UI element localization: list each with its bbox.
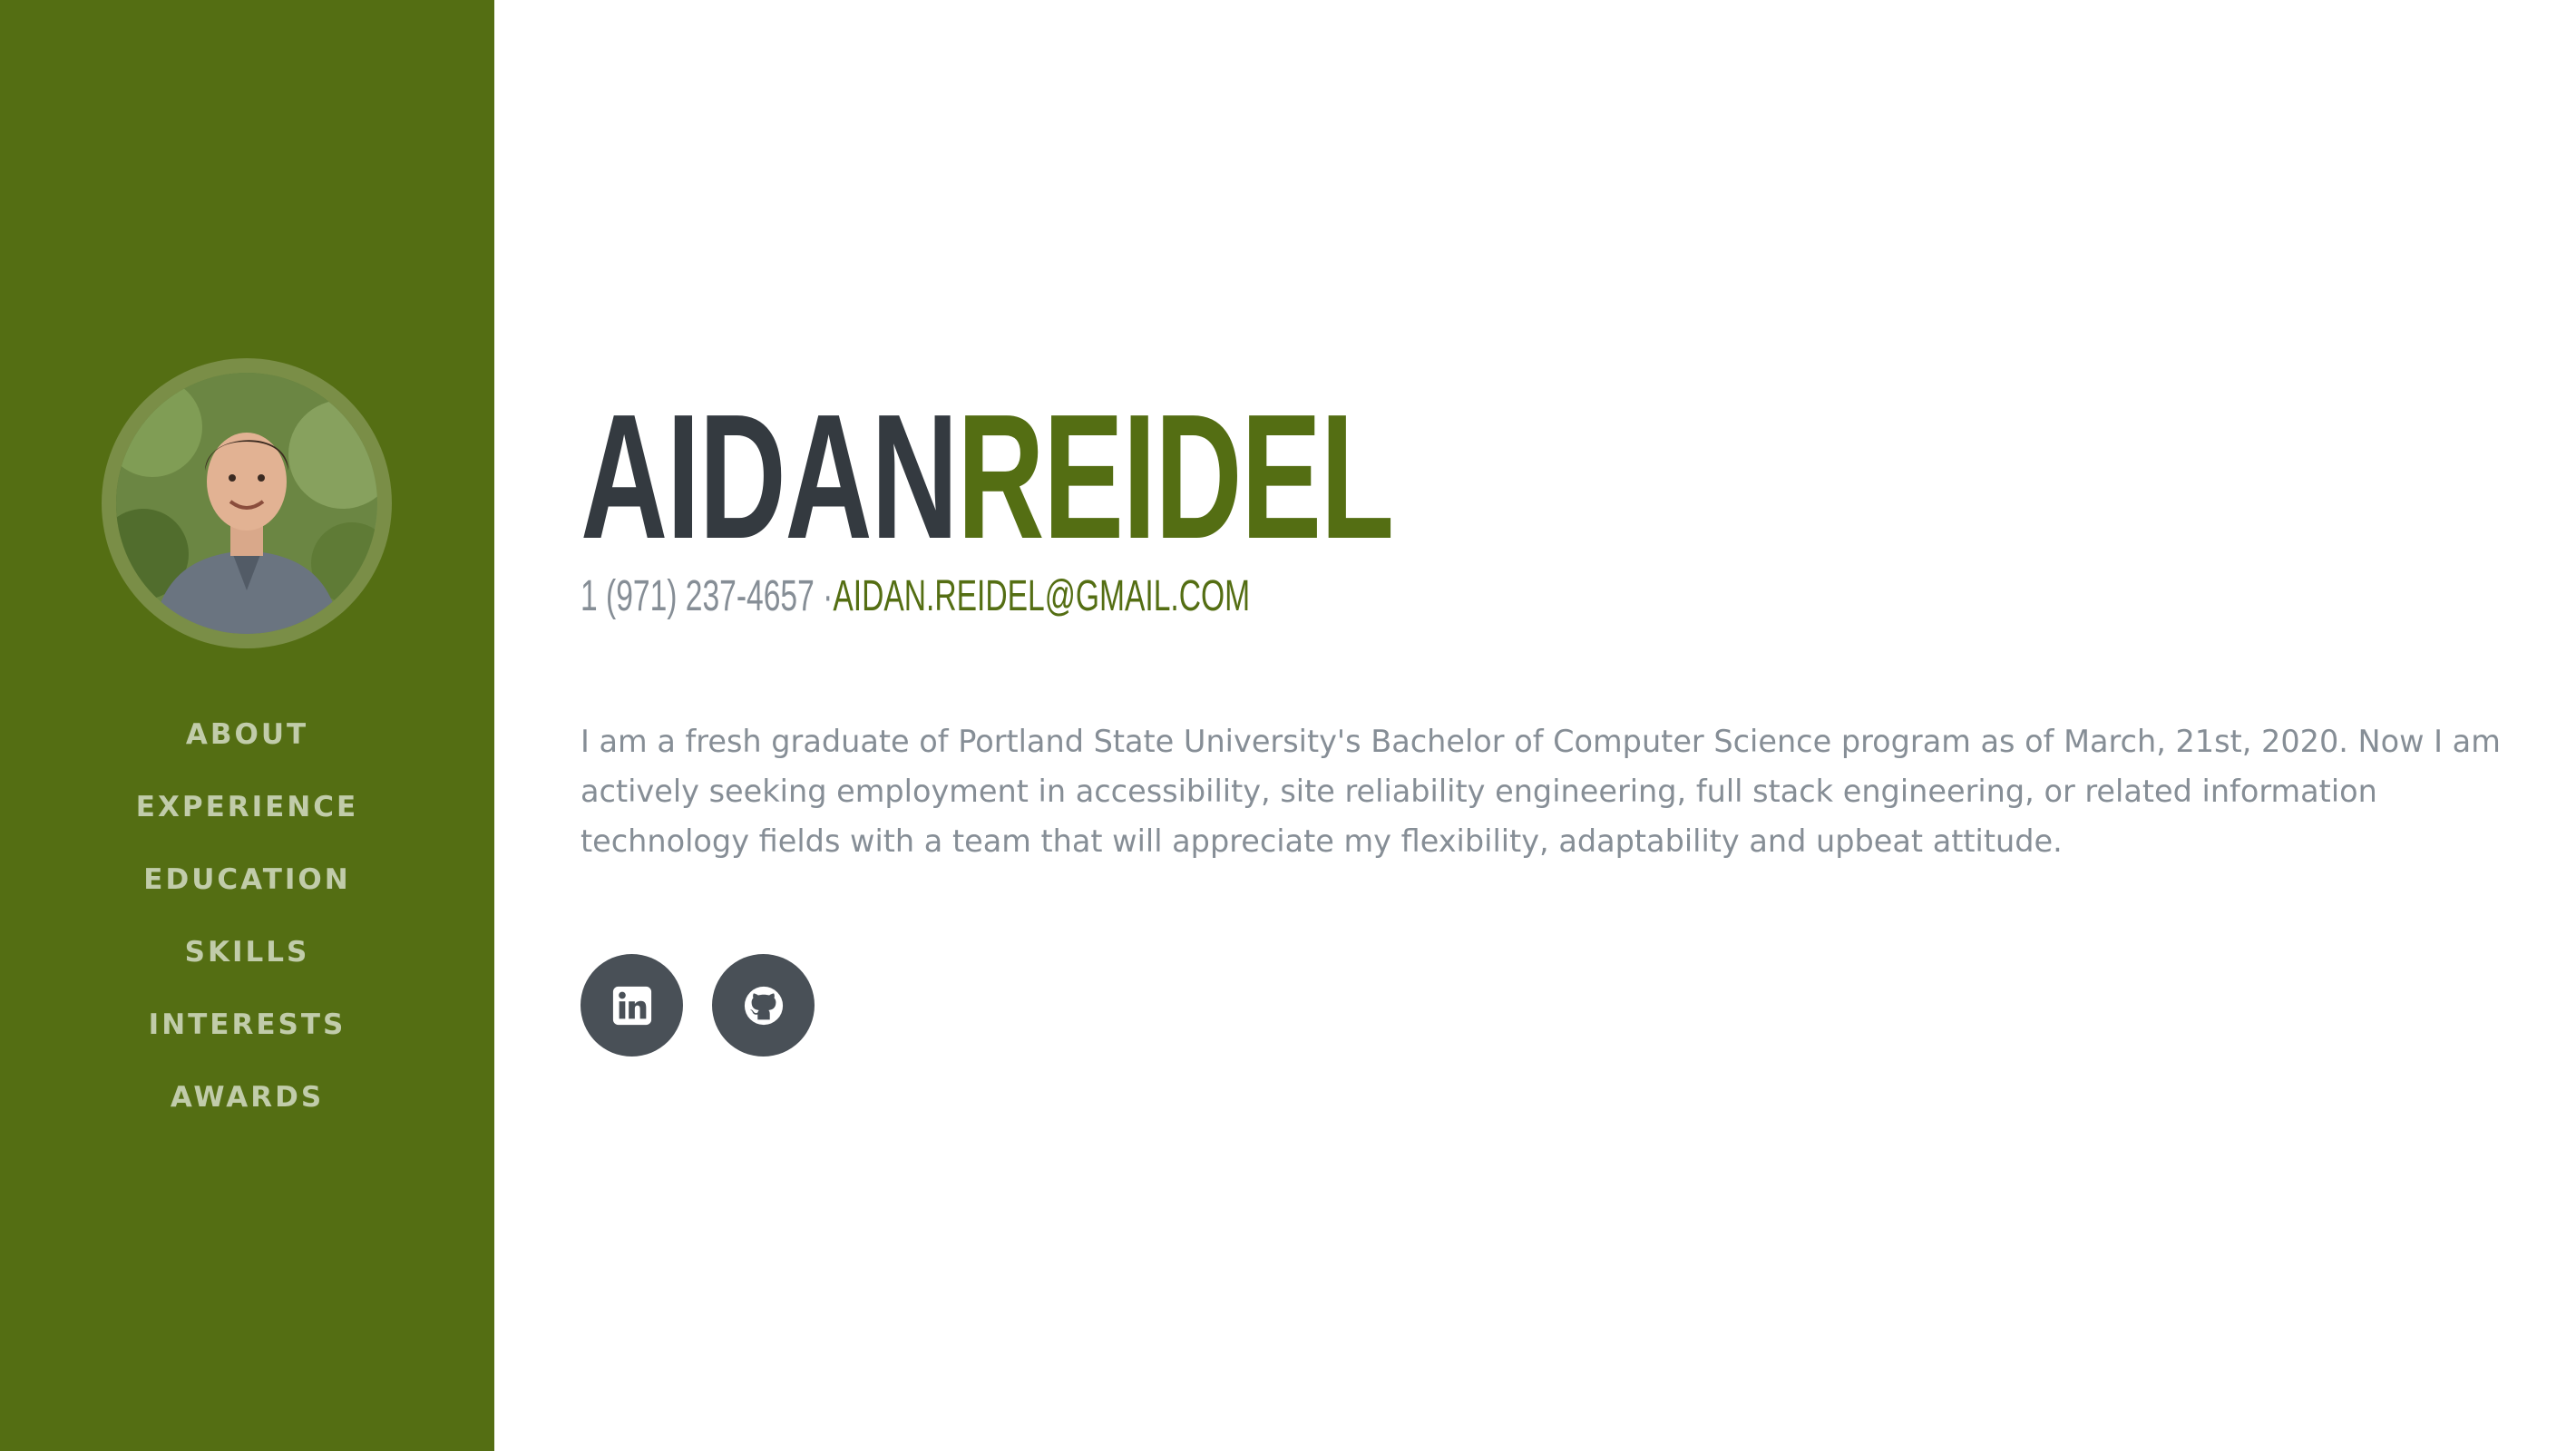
nav-link-awards[interactable]: AWARDS [171, 1081, 324, 1114]
first-name: AIDAN [581, 377, 959, 576]
nav-link-about[interactable]: ABOUT [186, 718, 308, 751]
contact-separator: · [823, 572, 834, 620]
nav-link-experience[interactable]: EXPERIENCE [136, 791, 358, 823]
nav-item-skills: SKILLS [0, 916, 494, 988]
nav-item-awards: AWARDS [0, 1061, 494, 1134]
avatar [116, 373, 377, 634]
sidebar: ABOUT EXPERIENCE EDUCATION SKILLS INTERE… [0, 0, 494, 1451]
email-link[interactable]: AIDAN.REIDEL@GMAIL.COM [833, 572, 1250, 620]
nav-item-interests: INTERESTS [0, 988, 494, 1061]
nav-item-education: EDUCATION [0, 843, 494, 916]
nav-item-experience: EXPERIENCE [0, 771, 494, 843]
nav-item-about: ABOUT [0, 698, 494, 771]
last-name: REIDEL [957, 377, 1394, 576]
phone-number: 1 (971) 237-4657 [581, 572, 815, 620]
page: ABOUT EXPERIENCE EDUCATION SKILLS INTERE… [0, 0, 2576, 1451]
sidebar-nav: ABOUT EXPERIENCE EDUCATION SKILLS INTERE… [0, 698, 494, 1134]
main-content: AIDANREIDEL 1 (971) 237-4657 ·AIDAN.REID… [581, 0, 2531, 1451]
nav-link-skills[interactable]: SKILLS [185, 936, 310, 969]
nav-link-education[interactable]: EDUCATION [143, 863, 350, 896]
nav-link-interests[interactable]: INTERESTS [149, 1008, 346, 1041]
profile-photo [116, 373, 377, 634]
github-icon [743, 985, 785, 1027]
page-title: AIDANREIDEL [581, 388, 1394, 566]
social-links [581, 954, 815, 1057]
github-button[interactable] [712, 954, 815, 1057]
avatar-ring [102, 358, 392, 648]
about-text: I am a fresh graduate of Portland State … [581, 724, 2501, 859]
linkedin-button[interactable] [581, 954, 683, 1057]
linkedin-icon [611, 985, 653, 1027]
contact-line: 1 (971) 237-4657 ·AIDAN.REIDEL@GMAIL.COM [581, 571, 1250, 622]
